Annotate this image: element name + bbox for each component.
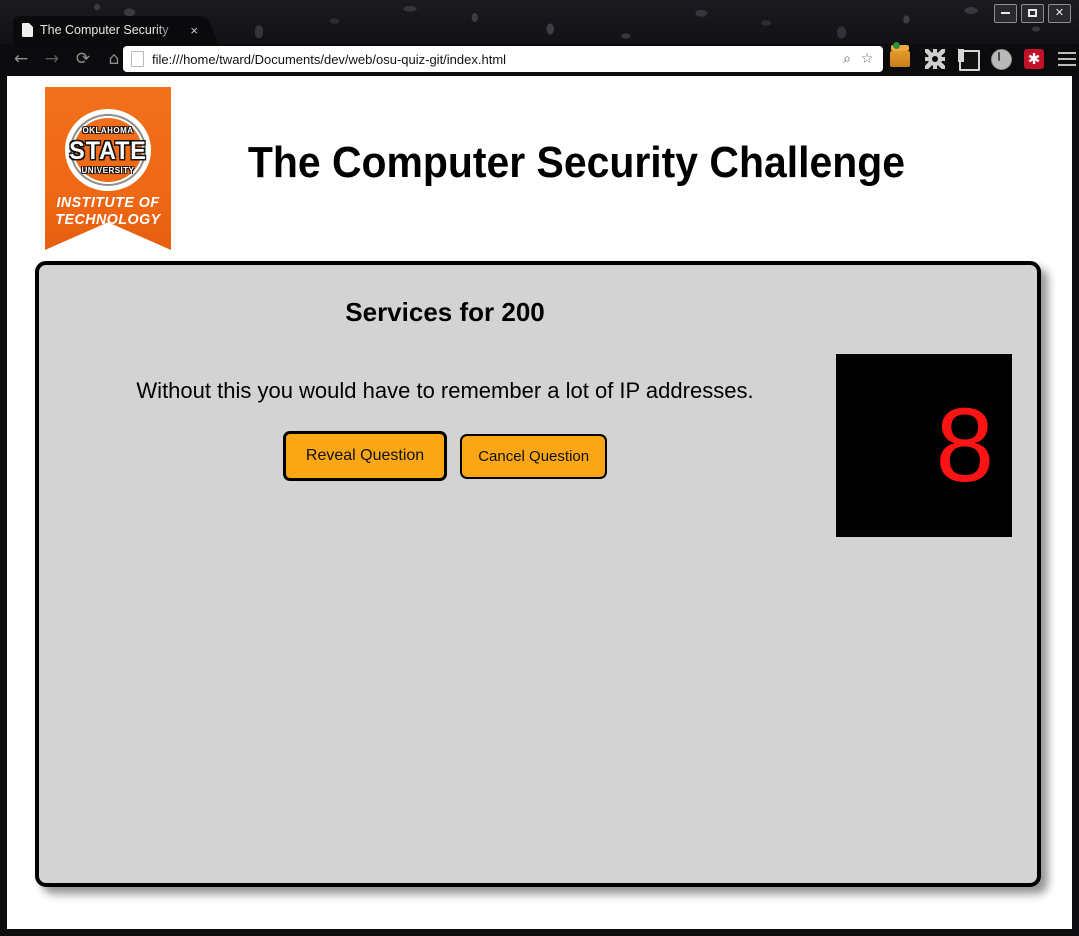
- reveal-question-button[interactable]: Reveal Question: [282, 431, 448, 481]
- gear-icon[interactable]: [923, 47, 947, 71]
- page-favicon-icon: [131, 51, 144, 67]
- browser-window: The Computer Security × ✕ ← → ⟳ ⌂ file:/…: [0, 0, 1079, 936]
- maximize-button[interactable]: [1021, 4, 1044, 23]
- question-card: Services for 200 Without this you would …: [35, 261, 1041, 887]
- square-panel-icon[interactable]: [956, 47, 980, 71]
- minimize-icon: [1001, 12, 1010, 14]
- question-action-buttons: Reveal Question Cancel Question: [39, 431, 851, 481]
- maximize-icon: [1028, 9, 1037, 17]
- minimize-button[interactable]: [994, 4, 1017, 23]
- close-button[interactable]: ✕: [1048, 4, 1071, 23]
- address-bar[interactable]: file:///home/tward/Documents/dev/web/osu…: [123, 46, 883, 72]
- question-clue-text: Without this you would have to remember …: [136, 378, 754, 403]
- hamburger-menu-icon[interactable]: [1055, 47, 1079, 71]
- forward-icon[interactable]: →: [41, 48, 63, 70]
- account-circle-icon[interactable]: [989, 47, 1013, 71]
- home-icon[interactable]: ⌂: [103, 48, 125, 70]
- page-viewport: OKLAHOMA STATE UNIVERSITY INSTITUTE OF T…: [7, 76, 1072, 929]
- red-asterisk-badge-icon[interactable]: ✱: [1022, 47, 1046, 71]
- tab-page-icon: [22, 23, 33, 37]
- bookmark-star-icon[interactable]: ☆: [857, 49, 877, 69]
- page-title: The Computer Security Challenge: [247, 138, 905, 187]
- window-titlebar: The Computer Security × ✕: [0, 0, 1079, 44]
- reload-icon[interactable]: ⟳: [72, 48, 94, 70]
- search-icon[interactable]: ⌕: [837, 49, 857, 69]
- url-input[interactable]: file:///home/tward/Documents/dev/web/osu…: [152, 52, 837, 67]
- countdown-timer: 8: [836, 354, 1012, 537]
- category-and-value-heading: Services for 200: [345, 297, 545, 327]
- logo-state-text: STATE: [69, 137, 147, 165]
- package-icon[interactable]: [890, 47, 914, 71]
- back-icon[interactable]: ←: [10, 48, 32, 70]
- tab-close-icon[interactable]: ×: [187, 24, 201, 37]
- browser-tab[interactable]: The Computer Security ×: [13, 16, 218, 44]
- logo-university-text: UNIVERSITY: [81, 166, 135, 175]
- logo-institute-text: INSTITUTE OF TECHNOLOGY: [48, 194, 168, 228]
- tab-title: The Computer Security: [40, 23, 169, 37]
- navigation-buttons: ← → ⟳ ⌂: [10, 48, 125, 70]
- red-badge-glyph: ✱: [1024, 49, 1044, 69]
- extension-toolbar: ✱: [890, 47, 1079, 71]
- logo-institute-line2: TECHNOLOGY: [55, 211, 161, 228]
- cancel-question-button[interactable]: Cancel Question: [460, 433, 608, 479]
- logo-oklahoma-text: OKLAHOMA: [82, 126, 134, 135]
- logo-institute-line1: INSTITUTE OF: [56, 194, 160, 211]
- osu-institute-of-technology-logo: OKLAHOMA STATE UNIVERSITY INSTITUTE OF T…: [45, 87, 171, 250]
- window-controls: ✕: [994, 4, 1071, 23]
